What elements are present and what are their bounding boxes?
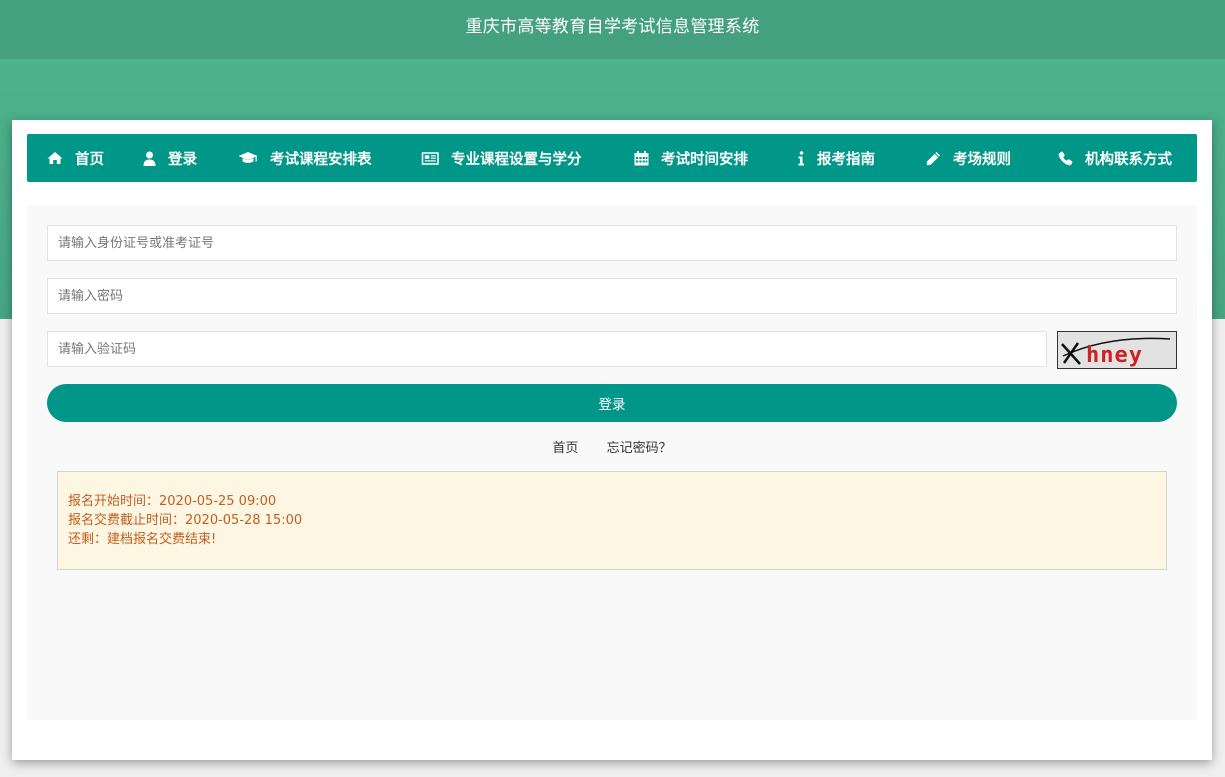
nav-item-guide[interactable]: 报考指南 [797, 134, 875, 182]
nav-item-exam-schedule[interactable]: 考试时间安排 [634, 134, 748, 182]
nav-label-home: 首页 [75, 151, 104, 168]
nav-item-major-courses[interactable]: 专业课程设置与学分 [421, 134, 582, 182]
password-input[interactable] [47, 278, 1177, 314]
main-card: 首页 登录 考试课程安排表 专业课程设置与学分 考试时间安排 报考指南 考场规则 [12, 120, 1212, 760]
header-bar: 重庆市高等教育自学考试信息管理系统 [0, 0, 1225, 59]
calendar-icon [634, 150, 649, 165]
home-link[interactable]: 首页 [552, 441, 578, 456]
nav-label-guide: 报考指南 [817, 151, 875, 168]
nav-label-rules: 考场规则 [953, 151, 1011, 168]
nav-label-major-courses: 专业课程设置与学分 [451, 151, 582, 168]
nav-item-contact[interactable]: 机构联系方式 [1058, 134, 1172, 182]
notice-start-time: 报名开始时间：2020-05-25 09:00 [68, 494, 277, 509]
nav-bar: 首页 登录 考试课程安排表 专业课程设置与学分 考试时间安排 报考指南 考场规则 [27, 134, 1197, 182]
nav-label-exam-courses: 考试课程安排表 [270, 151, 372, 168]
id-number-input[interactable] [47, 225, 1177, 261]
forgot-password-link[interactable]: 忘记密码？ [607, 441, 672, 456]
graduation-cap-icon [238, 152, 258, 163]
captcha-input[interactable] [47, 331, 1047, 367]
phone-icon [1058, 151, 1073, 165]
nav-item-home[interactable]: 首页 [47, 134, 104, 182]
nav-item-rules[interactable]: 考场规则 [926, 134, 1011, 182]
nav-item-login[interactable]: 登录 [143, 134, 197, 182]
info-icon [798, 150, 804, 165]
notice-remaining: 还剩：建档报名交费结束! [68, 532, 217, 547]
newspaper-icon [421, 151, 439, 165]
home-icon [47, 152, 63, 164]
nav-label-login: 登录 [168, 151, 197, 168]
site-title: 重庆市高等教育自学考试信息管理系统 [465, 17, 760, 37]
captcha-text: hney [1086, 343, 1143, 368]
user-icon [143, 151, 156, 166]
nav-label-exam-schedule: 考试时间安排 [661, 151, 748, 168]
notice-deadline: 报名交费截止时间：2020-05-28 15:00 [68, 513, 303, 528]
login-panel: hney 登录 首页 忘记密码？ 报名开始时间：2020-05-25 09:00… [27, 205, 1197, 720]
bottom-links: 首页 忘记密码？ [27, 437, 1197, 456]
nav-label-contact: 机构联系方式 [1085, 151, 1172, 168]
registration-notice: 报名开始时间：2020-05-25 09:00 报名交费截止时间：2020-05… [57, 471, 1167, 570]
pencil-icon [926, 151, 940, 165]
login-button[interactable]: 登录 [47, 384, 1177, 422]
nav-item-exam-courses[interactable]: 考试课程安排表 [238, 134, 372, 182]
captcha-image[interactable]: hney [1057, 331, 1177, 369]
